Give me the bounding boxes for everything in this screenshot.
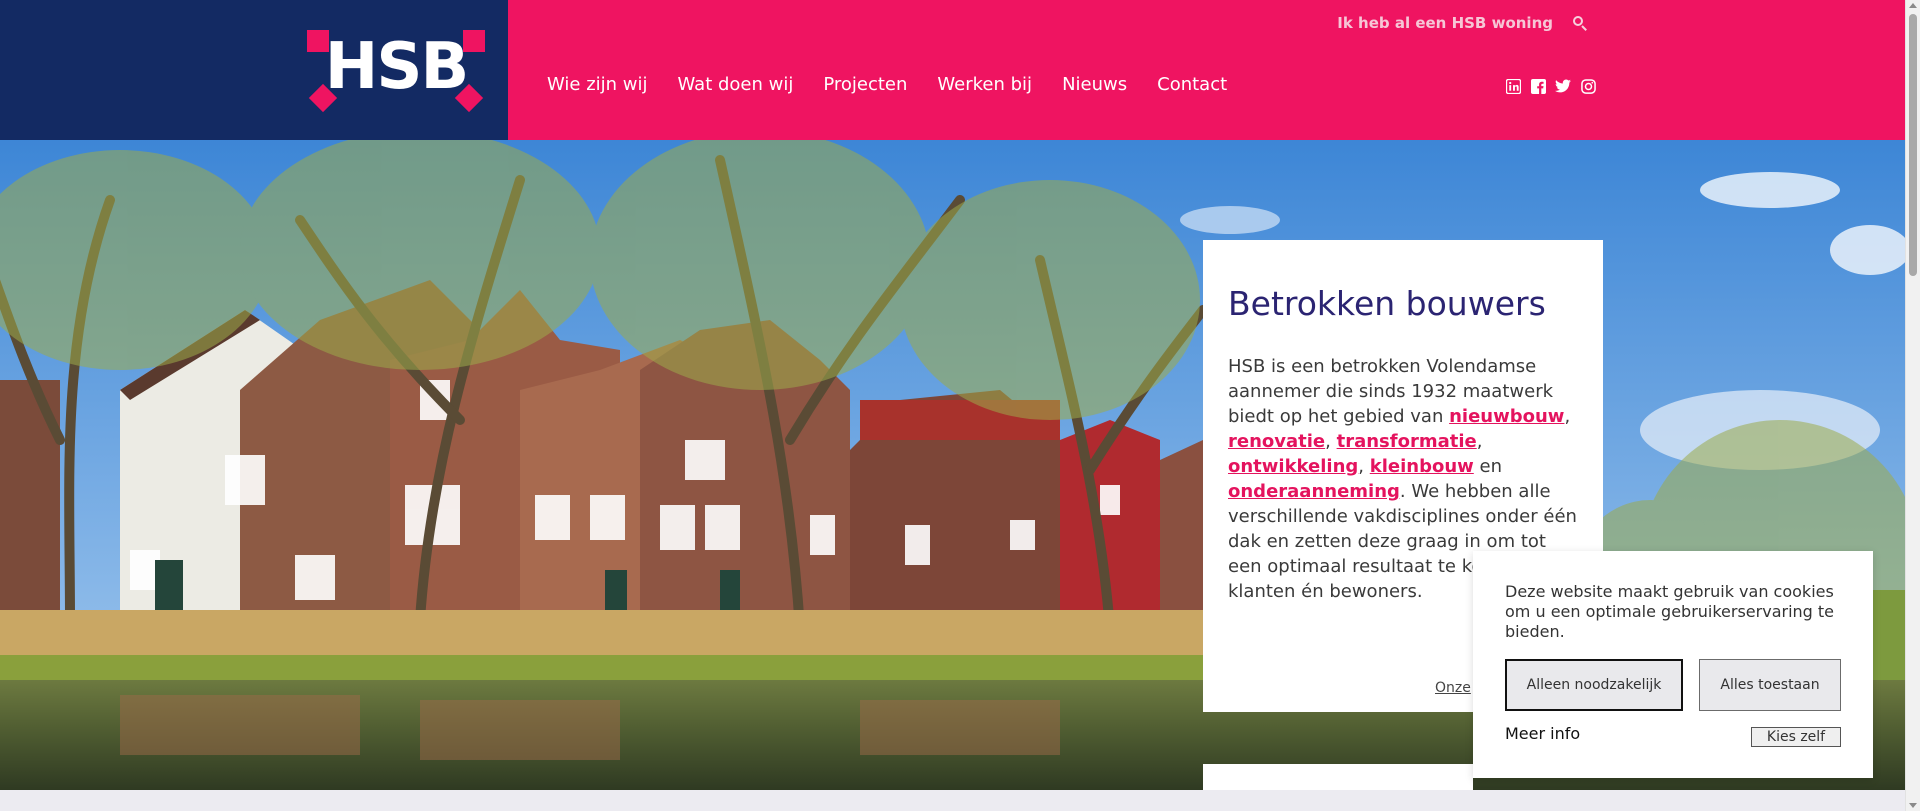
- twitter-icon[interactable]: [1555, 78, 1571, 94]
- linkedin-icon[interactable]: [1505, 78, 1521, 94]
- hsb-logo[interactable]: HSB: [305, 30, 487, 113]
- scroll-up-icon[interactable]: [1909, 3, 1917, 8]
- main-nav: Wie zijn wij Wat doen wij Projecten Werk…: [547, 74, 1227, 95]
- cookie-message: Deze website maakt gebruik van cookies o…: [1505, 582, 1835, 641]
- only-necessary-button[interactable]: Alleen noodzakelijk: [1505, 659, 1683, 711]
- link-kleinbouw[interactable]: kleinbouw: [1370, 456, 1474, 477]
- nav-item-wat-doen-wij[interactable]: Wat doen wij: [678, 74, 794, 95]
- facebook-icon[interactable]: [1530, 78, 1546, 94]
- card-extension: [1203, 764, 1473, 790]
- nav-item-nieuws[interactable]: Nieuws: [1062, 74, 1127, 95]
- link-transformatie[interactable]: transformatie: [1337, 431, 1477, 452]
- link-nieuwbouw[interactable]: nieuwbouw: [1449, 406, 1564, 427]
- site-header: HSB Ik heb al een HSB woning Wie zijn wi…: [0, 0, 1905, 140]
- intro-title: Betrokken bouwers: [1228, 284, 1546, 323]
- choose-yourself-button[interactable]: Kies zelf: [1751, 727, 1841, 747]
- separator: ,: [1476, 431, 1483, 452]
- separator: ,: [1358, 456, 1370, 477]
- separator: en: [1473, 456, 1503, 477]
- link-onderaanneming[interactable]: onderaanneming: [1228, 481, 1400, 502]
- logo-wordmark: HSB: [324, 30, 469, 104]
- instagram-icon[interactable]: [1580, 78, 1596, 94]
- nav-item-wie-zijn-wij[interactable]: Wie zijn wij: [547, 74, 648, 95]
- topbar: Ik heb al een HSB woning: [1337, 14, 1587, 32]
- allow-all-button[interactable]: Alles toestaan: [1699, 659, 1841, 711]
- logo-block: HSB: [0, 0, 508, 140]
- content-area: [0, 790, 1905, 811]
- separator: ,: [1325, 431, 1337, 452]
- scrollbar-thumb[interactable]: [1909, 14, 1917, 276]
- link-renovatie[interactable]: renovatie: [1228, 431, 1325, 452]
- page-scrollbar[interactable]: [1905, 0, 1920, 811]
- my-hsb-home-link[interactable]: Ik heb al een HSB woning: [1337, 14, 1553, 32]
- scroll-down-icon[interactable]: [1909, 803, 1917, 808]
- separator: ,: [1564, 406, 1571, 427]
- nav-item-werken-bij[interactable]: Werken bij: [937, 74, 1032, 95]
- search-icon[interactable]: [1573, 16, 1587, 31]
- nav-item-projecten[interactable]: Projecten: [823, 74, 907, 95]
- link-ontwikkeling[interactable]: ontwikkeling: [1228, 456, 1358, 477]
- social-links: [1505, 78, 1596, 94]
- more-info-link[interactable]: Meer info: [1505, 724, 1580, 743]
- nav-item-contact[interactable]: Contact: [1157, 74, 1227, 95]
- more-link[interactable]: Onze: [1435, 680, 1471, 696]
- cookie-actions: Alleen noodzakelijk Alles toestaan: [1505, 659, 1841, 711]
- cookie-banner: Deze website maakt gebruik van cookies o…: [1473, 551, 1873, 778]
